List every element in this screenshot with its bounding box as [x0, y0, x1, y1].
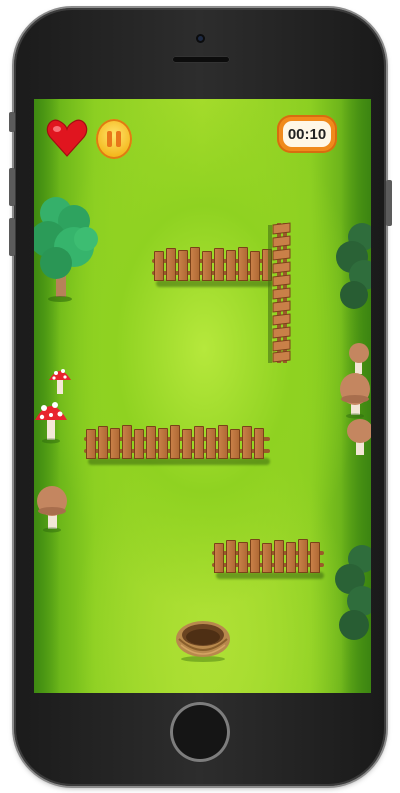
volume-down-button: [9, 218, 15, 256]
bush-icon: [335, 545, 371, 640]
pause-icon: [107, 131, 112, 147]
pause-button[interactable]: [96, 119, 132, 159]
heart-icon: [46, 119, 88, 157]
home-button[interactable]: [170, 702, 230, 762]
mushroom-icon: [49, 369, 71, 394]
timer-badge: 00:10: [277, 115, 337, 153]
mushroom-icon: [347, 419, 371, 455]
mute-switch: [9, 112, 15, 132]
fence-lower: [212, 539, 324, 579]
mushroom-icon: [340, 373, 370, 419]
earpiece-speaker: [172, 56, 230, 63]
fence-upper: [152, 247, 272, 287]
mushroom-icon: [35, 402, 67, 444]
fence-upper-vertical: [268, 222, 291, 363]
power-button: [386, 180, 392, 226]
nest-icon: [176, 621, 230, 662]
bush-icon: [336, 223, 371, 309]
bush-tree-icon: [34, 197, 98, 302]
game-screen[interactable]: 00:10: [34, 99, 371, 693]
phone-frame: 00:10: [0, 0, 400, 793]
timer-text: 00:10: [283, 121, 331, 147]
fence-middle: [84, 425, 270, 465]
volume-up-button: [9, 168, 15, 206]
front-camera: [196, 34, 205, 43]
mushroom-icon: [37, 486, 67, 533]
